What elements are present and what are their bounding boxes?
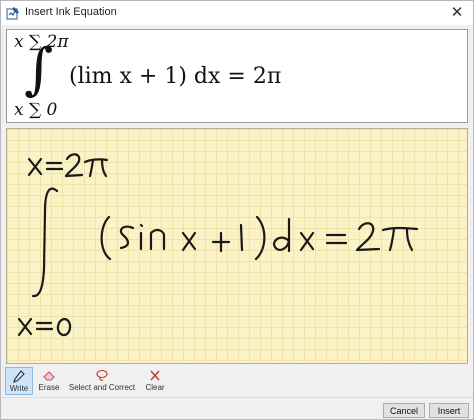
insert-ink-equation-window: Insert Ink Equation ✕ x ∑ 2π ∫ x ∑ 0 (li… <box>0 0 474 420</box>
insert-button[interactable]: Insert <box>429 403 469 418</box>
window-title: Insert Ink Equation <box>25 6 117 18</box>
equation-preview: x ∑ 2π ∫ x ∑ 0 (lim x + 1) dx = 2π <box>6 29 468 123</box>
handwritten-ink-strokes <box>17 153 419 337</box>
pen-icon <box>13 370 25 383</box>
preview-expression: (lim x + 1) dx = 2π <box>69 64 282 89</box>
eraser-icon <box>43 371 55 381</box>
preview-lower-limit: x ∑ 0 <box>14 100 58 120</box>
erase-tool-button[interactable]: Erase <box>35 367 63 395</box>
select-and-correct-tool-button[interactable]: Select and Correct <box>65 367 139 395</box>
dialog-footer: Cancel Insert <box>1 397 473 420</box>
clear-icon <box>150 370 160 381</box>
ink-writing-area[interactable] <box>6 128 468 364</box>
clear-tool-button[interactable]: Clear <box>141 367 169 395</box>
select-and-correct-tool-label: Select and Correct <box>68 383 136 392</box>
lasso-icon <box>96 369 108 381</box>
title-bar[interactable]: Insert Ink Equation ✕ <box>1 1 473 25</box>
erase-tool-label: Erase <box>38 383 60 392</box>
clear-tool-label: Clear <box>145 383 165 392</box>
write-tool-button[interactable]: Write <box>5 367 33 395</box>
ink-toolbar: Write Erase Select and Correct Clear <box>1 365 473 397</box>
preview-integral-sign: ∫ <box>24 37 54 102</box>
ink-equation-icon <box>6 7 19 20</box>
cancel-button[interactable]: Cancel <box>383 403 425 418</box>
close-button[interactable]: ✕ <box>447 3 467 23</box>
write-tool-label: Write <box>9 384 29 393</box>
close-icon: ✕ <box>450 4 464 21</box>
